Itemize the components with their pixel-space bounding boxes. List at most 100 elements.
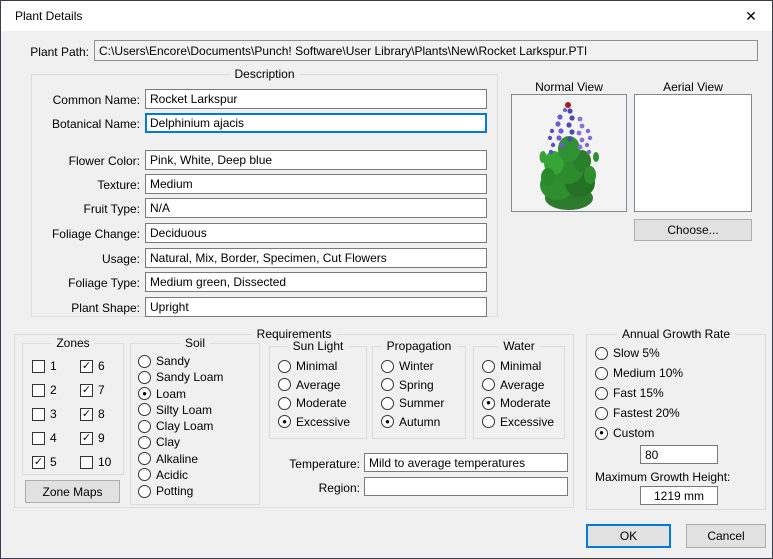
plant-thumbnail xyxy=(539,102,599,210)
soil-radio-loam[interactable]: ● Loam xyxy=(138,387,257,401)
soil-radio-acidic[interactable]: Acidic xyxy=(138,468,257,482)
soil-label: Clay xyxy=(156,435,181,450)
normal-view-label: Normal View xyxy=(535,80,603,94)
water-label: Average xyxy=(500,377,545,392)
zone-label: 2 xyxy=(50,383,57,397)
fruit-type-field[interactable] xyxy=(145,198,487,218)
water-radio-average[interactable]: Average xyxy=(482,378,562,392)
soil-radio-clay-loam[interactable]: Clay Loam xyxy=(138,419,257,433)
water-radio-excessive[interactable]: Excessive xyxy=(482,415,562,429)
flower-color-field[interactable] xyxy=(145,150,487,170)
close-icon[interactable]: ✕ xyxy=(742,7,760,25)
zones-group: Zones 1 ✓ 6 2 ✓ 7 3 ✓ 8 4 ✓ 9 ✓ 5 10 xyxy=(22,336,124,475)
soil-radio-sandy[interactable]: Sandy xyxy=(138,354,257,368)
plant-shape-field[interactable] xyxy=(145,297,487,317)
zone-label: 3 xyxy=(50,407,57,421)
water-label: Excessive xyxy=(500,414,555,429)
growth-radio-slow[interactable]: Slow 5% xyxy=(595,346,660,360)
soil-radio-potting[interactable]: Potting xyxy=(138,484,257,498)
growth-radio-medium[interactable]: Medium 10% xyxy=(595,366,683,380)
water-group-title: Water xyxy=(498,339,540,353)
radio-icon xyxy=(138,484,151,498)
choose-button[interactable]: Choose... xyxy=(634,219,752,241)
growth-radio-custom[interactable]: ● Custom xyxy=(595,426,654,440)
texture-field[interactable] xyxy=(145,174,487,194)
checkbox-icon xyxy=(80,455,93,469)
radio-icon xyxy=(482,378,495,392)
sun-light-radio-excessive[interactable]: ● Excessive xyxy=(278,415,364,429)
flower-color-label: Flower Color: xyxy=(68,154,140,168)
checkbox-icon: ✓ xyxy=(80,359,93,373)
max-growth-height-field[interactable] xyxy=(640,486,718,505)
propagation-group: Propagation Winter Spring Summer ● Autumn xyxy=(372,339,466,439)
radio-icon xyxy=(595,386,608,400)
radio-icon: ● xyxy=(278,415,291,429)
propagation-radio-autumn[interactable]: ● Autumn xyxy=(381,415,463,429)
zone-label: 7 xyxy=(98,383,105,397)
usage-field[interactable] xyxy=(145,248,487,268)
radio-icon: ● xyxy=(138,387,151,400)
soil-label: Loam xyxy=(156,386,187,401)
radio-icon xyxy=(138,419,151,433)
botanical-name-field[interactable] xyxy=(145,113,487,133)
annual-growth-rate-group: Annual Growth Rate Slow 5% Medium 10% Fa… xyxy=(586,327,766,510)
soil-group-title: Soil xyxy=(179,336,211,350)
sun-light-radio-minimal[interactable]: Minimal xyxy=(278,359,364,373)
propagation-label: Summer xyxy=(399,396,445,411)
zone-checkbox-9[interactable]: ✓ 9 xyxy=(80,431,119,445)
foliage-type-field[interactable] xyxy=(145,272,487,292)
water-radio-moderate[interactable]: ● Moderate xyxy=(482,396,562,410)
aerial-view-preview[interactable] xyxy=(634,94,752,212)
checkbox-icon xyxy=(32,383,45,397)
region-field[interactable] xyxy=(364,477,568,496)
zone-checkbox-4[interactable]: 4 xyxy=(32,431,80,445)
zone-checkbox-1[interactable]: 1 xyxy=(32,359,80,373)
soil-radio-alkaline[interactable]: Alkaline xyxy=(138,452,257,466)
max-growth-height-label: Maximum Growth Height: xyxy=(595,470,731,484)
propagation-radio-winter[interactable]: Winter xyxy=(381,359,463,373)
zone-maps-button[interactable]: Zone Maps xyxy=(25,480,120,503)
zone-checkbox-8[interactable]: ✓ 8 xyxy=(80,407,119,421)
soil-radio-clay[interactable]: Clay xyxy=(138,435,257,449)
plant-path-field[interactable] xyxy=(94,40,758,61)
radio-icon xyxy=(595,366,608,380)
zone-checkbox-2[interactable]: 2 xyxy=(32,383,80,397)
growth-label: Slow 5% xyxy=(613,346,660,360)
foliage-change-field[interactable] xyxy=(145,223,487,243)
ok-button[interactable]: OK xyxy=(586,524,671,548)
zone-checkbox-3[interactable]: 3 xyxy=(32,407,80,421)
cancel-button[interactable]: Cancel xyxy=(686,524,766,548)
sun-light-radio-moderate[interactable]: Moderate xyxy=(278,396,364,410)
normal-view-preview[interactable] xyxy=(511,94,627,212)
radio-icon xyxy=(482,415,495,429)
growth-label: Fast 15% xyxy=(613,386,664,400)
zone-checkbox-10[interactable]: 10 xyxy=(80,455,119,469)
custom-growth-rate-field[interactable] xyxy=(640,445,718,464)
water-label: Moderate xyxy=(500,396,551,411)
radio-icon xyxy=(138,403,151,417)
temperature-field[interactable] xyxy=(364,453,568,472)
radio-icon xyxy=(482,359,495,373)
soil-label: Acidic xyxy=(156,467,189,482)
zone-label: 8 xyxy=(98,407,105,421)
propagation-radio-spring[interactable]: Spring xyxy=(381,378,463,392)
description-group: Description Common Name: Botanical Name:… xyxy=(31,67,498,317)
sun-light-radio-average[interactable]: Average xyxy=(278,378,364,392)
fruit-type-label: Fruit Type: xyxy=(83,202,140,216)
growth-radio-fast[interactable]: Fast 15% xyxy=(595,386,664,400)
zone-checkbox-7[interactable]: ✓ 7 xyxy=(80,383,119,397)
growth-radio-fastest[interactable]: Fastest 20% xyxy=(595,406,680,420)
common-name-field[interactable] xyxy=(145,89,487,109)
zone-label: 6 xyxy=(98,359,105,373)
propagation-radio-summer[interactable]: Summer xyxy=(381,396,463,410)
zone-checkbox-6[interactable]: ✓ 6 xyxy=(80,359,119,373)
aerial-view-label: Aerial View xyxy=(663,80,723,94)
soil-label: Sandy xyxy=(156,354,191,368)
zone-checkbox-5[interactable]: ✓ 5 xyxy=(32,455,80,469)
botanical-name-label: Botanical Name: xyxy=(51,117,140,131)
soil-radio-sandy-loam[interactable]: Sandy Loam xyxy=(138,370,257,384)
radio-icon xyxy=(278,396,291,410)
water-radio-minimal[interactable]: Minimal xyxy=(482,359,562,373)
soil-radio-silty-loam[interactable]: Silty Loam xyxy=(138,403,257,417)
foliage-type-label: Foliage Type: xyxy=(68,276,140,290)
